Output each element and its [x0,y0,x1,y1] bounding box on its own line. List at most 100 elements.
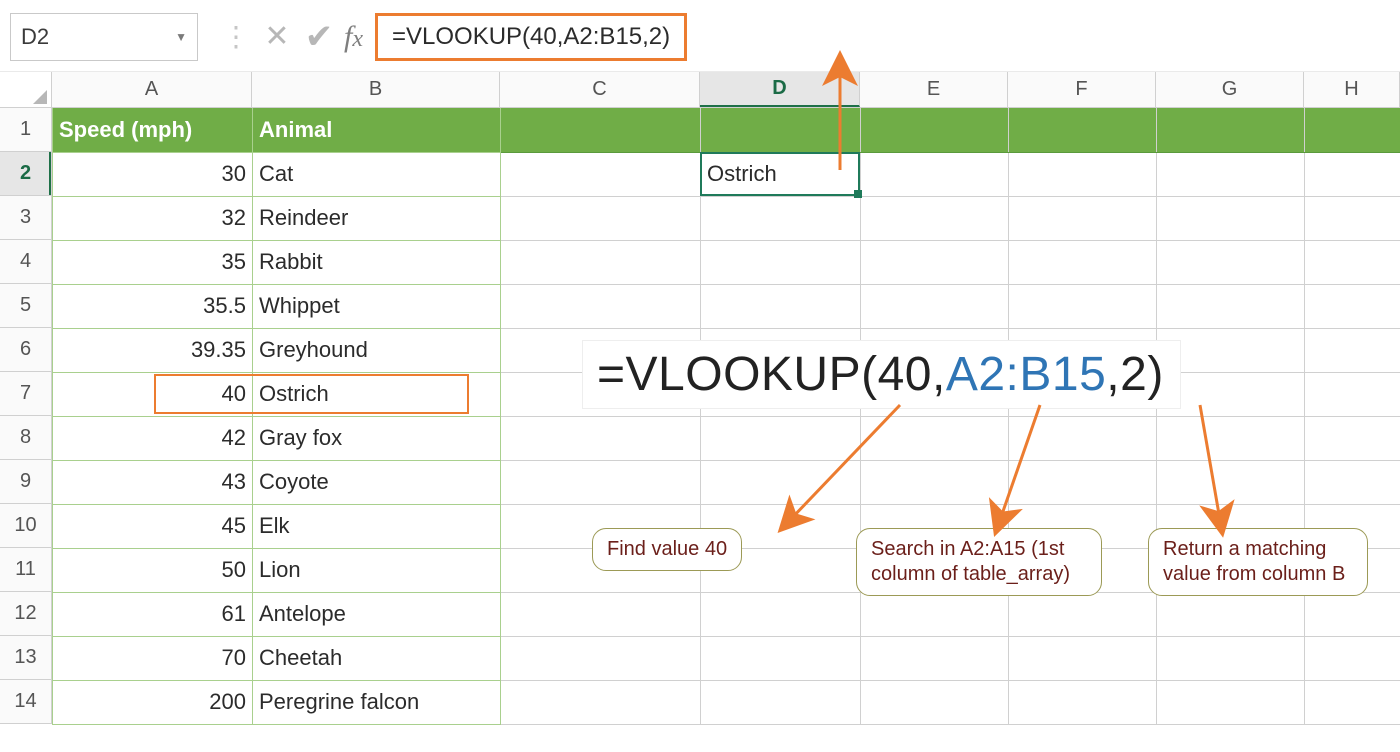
cell[interactable] [1009,240,1157,284]
cell[interactable]: Peregrine falcon [253,680,501,724]
cell[interactable] [1009,416,1157,460]
cell[interactable] [501,592,701,636]
row-header[interactable]: 6 [0,328,52,372]
cell[interactable] [1157,196,1305,240]
cell[interactable] [701,284,861,328]
cell[interactable] [1305,680,1400,724]
cell[interactable] [1305,240,1400,284]
cell[interactable] [861,152,1009,196]
cell[interactable]: 30 [53,152,253,196]
row-header[interactable]: 8 [0,416,52,460]
cell[interactable] [1305,636,1400,680]
row-header[interactable]: 9 [0,460,52,504]
cell[interactable] [1009,680,1157,724]
cell-d2[interactable]: Ostrich [701,152,861,196]
row-header[interactable]: 1 [0,108,52,152]
cell[interactable] [1009,108,1157,152]
cell[interactable]: Lion [253,548,501,592]
cell[interactable]: Ostrich [253,372,501,416]
cell[interactable] [1305,152,1400,196]
col-header-c[interactable]: C [500,72,700,107]
cell[interactable] [1157,108,1305,152]
cell[interactable] [1009,460,1157,504]
row-header[interactable]: 11 [0,548,52,592]
cell[interactable] [861,108,1009,152]
cell[interactable] [701,196,861,240]
cell[interactable] [1305,108,1400,152]
row-header[interactable]: 4 [0,240,52,284]
cell[interactable] [1157,592,1305,636]
cell[interactable]: Cat [253,152,501,196]
row-header[interactable]: 5 [0,284,52,328]
cell[interactable] [501,636,701,680]
cell[interactable] [701,108,861,152]
cancel-button[interactable]: ✕ [256,13,298,61]
cell[interactable] [861,460,1009,504]
row-header[interactable]: 10 [0,504,52,548]
col-header-a[interactable]: A [52,72,252,107]
cell[interactable] [701,636,861,680]
cell[interactable] [501,416,701,460]
formula-input[interactable]: =VLOOKUP(40,A2:B15,2) [375,13,687,61]
cell[interactable] [501,108,701,152]
cell[interactable] [501,196,701,240]
row-header[interactable]: 12 [0,592,52,636]
cell[interactable]: 40 [53,372,253,416]
cell[interactable] [501,460,701,504]
cell[interactable]: Cheetah [253,636,501,680]
cell[interactable] [1157,636,1305,680]
cell[interactable] [701,680,861,724]
cell[interactable] [861,680,1009,724]
cell[interactable]: 50 [53,548,253,592]
cell[interactable] [1305,328,1400,372]
cell[interactable]: 42 [53,416,253,460]
cell[interactable] [1009,152,1157,196]
cell[interactable] [501,240,701,284]
cell[interactable]: Antelope [253,592,501,636]
cell[interactable] [1157,152,1305,196]
cell[interactable] [701,416,861,460]
cell[interactable] [861,416,1009,460]
cell[interactable] [701,460,861,504]
select-all-corner[interactable] [0,72,52,107]
cell[interactable]: 39.35 [53,328,253,372]
cell[interactable]: Reindeer [253,196,501,240]
cell[interactable] [861,196,1009,240]
cell[interactable] [501,284,701,328]
cell[interactable]: Whippet [253,284,501,328]
cell[interactable] [861,240,1009,284]
cell[interactable]: 35.5 [53,284,253,328]
cell[interactable] [701,592,861,636]
cell[interactable] [861,284,1009,328]
row-header[interactable]: 7 [0,372,52,416]
cell[interactable] [501,680,701,724]
fx-icon[interactable]: fx [344,20,363,54]
cell[interactable] [1305,592,1400,636]
cell[interactable]: Speed (mph) [53,108,253,152]
cell[interactable] [1305,460,1400,504]
cell[interactable] [701,240,861,284]
row-header[interactable]: 3 [0,196,52,240]
cell[interactable] [1305,372,1400,416]
cell[interactable]: 32 [53,196,253,240]
col-header-f[interactable]: F [1008,72,1156,107]
col-header-h[interactable]: H [1304,72,1400,107]
cell[interactable]: 35 [53,240,253,284]
cell[interactable] [1157,416,1305,460]
cell[interactable] [1009,592,1157,636]
cell[interactable]: Coyote [253,460,501,504]
row-header[interactable]: 14 [0,680,52,724]
cell[interactable] [861,636,1009,680]
cells-grid[interactable]: Speed (mph) Animal 30 Cat Ostrich [52,108,1400,725]
cell[interactable] [501,152,701,196]
row-header[interactable]: 2 [0,152,52,196]
col-header-g[interactable]: G [1156,72,1304,107]
cell[interactable]: 200 [53,680,253,724]
cell[interactable] [1157,240,1305,284]
cell[interactable] [1305,196,1400,240]
cell[interactable] [1305,416,1400,460]
cell[interactable] [1009,284,1157,328]
name-box[interactable]: D2 ▼ [10,13,198,61]
cell[interactable]: 45 [53,504,253,548]
cell[interactable]: Greyhound [253,328,501,372]
